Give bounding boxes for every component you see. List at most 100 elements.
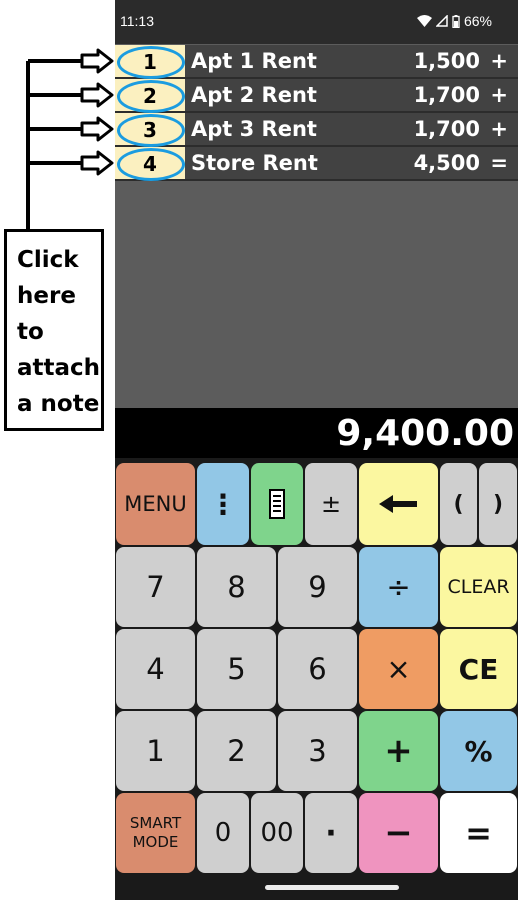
arrow-2-icon: [80, 82, 114, 108]
note-button-1[interactable]: 1: [115, 45, 185, 79]
digit-7-button[interactable]: 7: [116, 547, 195, 627]
arrow-4-icon: [80, 150, 114, 176]
digit-1-label: 1: [146, 734, 165, 768]
digit-1-button[interactable]: 1: [116, 711, 195, 791]
percent-label: %: [464, 734, 493, 768]
digit-0-label: 0: [214, 818, 232, 848]
attach-note-callout: Click here to attach a note: [4, 229, 104, 431]
close-paren-button[interactable]: ): [479, 463, 517, 545]
clear-label: CLEAR: [447, 576, 510, 598]
open-paren-label: (: [453, 491, 464, 517]
double-zero-button[interactable]: 00: [251, 793, 303, 873]
row-number: 2: [143, 84, 157, 108]
tape-view-button[interactable]: [251, 463, 303, 545]
digit-5-button[interactable]: 5: [197, 629, 276, 709]
more-icon: ⋮: [209, 487, 237, 521]
note-button-3[interactable]: 3: [115, 113, 185, 147]
plus-label: +: [384, 731, 413, 771]
percent-button[interactable]: %: [440, 711, 517, 791]
row-number: 4: [143, 152, 157, 176]
backspace-arrow-icon: [378, 495, 417, 513]
note-line-4: attach: [17, 355, 101, 381]
row-label: Apt 3 Rent: [191, 117, 317, 141]
plus-minus-button[interactable]: ±: [305, 463, 357, 545]
smart-mode-label-1: SMART: [129, 814, 182, 832]
digit-4-label: 4: [146, 652, 165, 686]
note-line-3: to: [17, 319, 44, 345]
wifi-icon: [416, 15, 432, 27]
note-button-4[interactable]: 4: [115, 147, 185, 181]
divide-label: ÷: [386, 570, 411, 604]
row-label: Apt 1 Rent: [191, 49, 317, 73]
digit-6-button[interactable]: 6: [278, 629, 357, 709]
plus-button[interactable]: +: [359, 711, 438, 791]
phone-screen: 11:13 66% 1 Apt 1 Rent 1,500 + 2 Apt 2 R…: [115, 0, 518, 900]
divide-button[interactable]: ÷: [359, 547, 438, 627]
digit-5-label: 5: [227, 652, 246, 686]
decimal-label: ·: [325, 815, 337, 851]
double-zero-label: 00: [260, 818, 294, 848]
result-value: 9,400.00: [336, 413, 514, 454]
decimal-button[interactable]: ·: [305, 793, 357, 873]
smart-mode-button[interactable]: SMART MODE: [116, 793, 195, 873]
digit-8-button[interactable]: 8: [197, 547, 276, 627]
row-operator: +: [490, 117, 508, 141]
note-line-1: Click: [17, 247, 79, 273]
arrow-1-icon: [80, 48, 114, 74]
row-operator: +: [490, 83, 508, 107]
digit-0-button[interactable]: 0: [197, 793, 249, 873]
result-display: 9,400.00: [115, 408, 518, 458]
minus-button[interactable]: −: [359, 793, 438, 873]
digit-2-label: 2: [227, 734, 246, 768]
digit-3-button[interactable]: 3: [278, 711, 357, 791]
digit-3-label: 3: [308, 734, 327, 768]
callout-arrows: [26, 48, 114, 231]
tape-list-icon: [269, 489, 285, 519]
digit-9-button[interactable]: 9: [278, 547, 357, 627]
row-operator: =: [490, 151, 508, 175]
tape-row: 3 Apt 3 Rent 1,700 +: [115, 113, 518, 147]
tape-row: 2 Apt 2 Rent 1,700 +: [115, 79, 518, 113]
note-button-2[interactable]: 2: [115, 79, 185, 113]
battery-percent: 66%: [463, 13, 492, 29]
more-options-button[interactable]: ⋮: [197, 463, 249, 545]
row-amount: 1,700: [413, 117, 480, 141]
signal-icon: [435, 15, 448, 27]
keypad: MENU ⋮ ± ( ) 7 8 9 ÷ CLEAR 4 5 6 × CE 1 …: [115, 458, 518, 900]
equals-label: =: [465, 814, 492, 852]
status-time: 11:13: [120, 13, 154, 29]
smart-mode-label-2: MODE: [132, 833, 179, 851]
digit-2-button[interactable]: 2: [197, 711, 276, 791]
clear-entry-button[interactable]: CE: [440, 629, 517, 709]
row-number: 3: [143, 118, 157, 142]
row-amount: 1,500: [413, 49, 480, 73]
menu-button[interactable]: MENU: [116, 463, 195, 545]
note-line-2: here: [17, 283, 76, 309]
note-line-5: a note: [17, 391, 100, 417]
row-amount: 1,700: [413, 83, 480, 107]
row-operator: +: [490, 49, 508, 73]
row-label: Apt 2 Rent: [191, 83, 317, 107]
digit-7-label: 7: [146, 570, 165, 604]
arrow-3-icon: [80, 116, 114, 142]
tape-row: 4 Store Rent 4,500 =: [115, 147, 518, 181]
home-indicator[interactable]: [265, 885, 399, 890]
status-bar: 11:13 66%: [115, 0, 518, 44]
clear-button[interactable]: CLEAR: [440, 547, 517, 627]
multiply-label: ×: [386, 652, 411, 686]
digit-4-button[interactable]: 4: [116, 629, 195, 709]
clear-entry-label: CE: [458, 652, 499, 686]
row-label: Store Rent: [191, 151, 318, 175]
minus-label: −: [384, 813, 413, 853]
battery-icon: [452, 14, 460, 28]
plus-minus-label: ±: [320, 490, 342, 518]
row-number: 1: [143, 50, 157, 74]
tape-row: 1 Apt 1 Rent 1,500 +: [115, 45, 518, 79]
digit-6-label: 6: [308, 652, 327, 686]
open-paren-button[interactable]: (: [440, 463, 477, 545]
multiply-button[interactable]: ×: [359, 629, 438, 709]
menu-label: MENU: [124, 492, 187, 516]
row-amount: 4,500: [413, 151, 480, 175]
backspace-button[interactable]: [359, 463, 438, 545]
equals-button[interactable]: =: [440, 793, 517, 873]
